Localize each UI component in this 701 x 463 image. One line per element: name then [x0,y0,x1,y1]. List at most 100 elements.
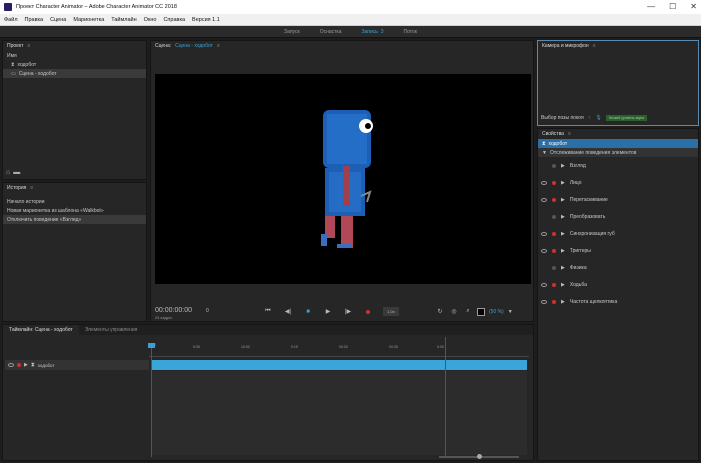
arm-record-icon[interactable] [552,265,556,270]
expand-icon[interactable]: ▶ [561,197,565,203]
playhead-handle[interactable] [148,343,155,348]
new-scene-icon[interactable]: ⌂ [6,169,10,176]
behavior-section-header[interactable]: ▼ Отслеживание поведения элементов [538,148,698,157]
panel-menu-icon[interactable]: ≡ [217,43,220,49]
arm-record-icon[interactable] [552,180,556,185]
step-forward-button[interactable]: |▶ [343,307,353,316]
scene-title-prefix: Сцена: [155,43,172,49]
work-area-end[interactable] [445,337,446,457]
mic-level-meter: Низкий уровень звука [605,115,648,121]
zoom-icon[interactable]: ⌕ [463,307,473,316]
menu-window[interactable]: Окно [144,17,157,23]
behavior-row[interactable]: ▶ Триггеры [538,242,698,259]
track-bar[interactable] [151,360,527,370]
tab-timeline[interactable]: Таймлайн: Сцена - ходобот [3,325,79,335]
visibility-icon[interactable] [541,299,547,304]
timeline-ruler[interactable]: 0:00 0:05 10:00 0:15 00:20 00:25 0:30 [149,337,529,357]
loop-icon[interactable]: ↻ [435,307,445,316]
behavior-row[interactable]: ▶ Частота щелкоптика [538,293,698,310]
minimize-button[interactable]: — [647,1,655,13]
visibility-icon[interactable] [8,363,14,367]
maximize-button[interactable]: ☐ [669,1,676,13]
mode-stream[interactable]: Поток [403,29,416,35]
visibility-icon[interactable] [541,248,547,253]
mode-record[interactable]: Запись 3 [362,29,384,35]
visibility-icon[interactable] [541,197,547,202]
project-item-puppet[interactable]: ⧗ ходобот [3,60,146,69]
zoom-slider-handle[interactable] [477,454,482,459]
expand-icon[interactable]: ▶ [561,282,565,288]
history-item[interactable]: Новая марионетка из шаблона «Walkbot» [3,206,146,215]
arm-record-icon[interactable] [552,231,556,236]
behavior-row[interactable]: ▶ Синхронизация губ [538,225,698,242]
history-item[interactable]: Начало истории [3,197,146,206]
playhead[interactable] [151,343,152,457]
menu-timeline[interactable]: Таймлайн [111,17,136,23]
app-icon [4,3,12,11]
visibility-icon[interactable] [541,231,547,236]
playback-speed[interactable]: 1,0x [383,307,399,316]
project-item-scene[interactable]: ▭ Сцена - ходобот [3,69,146,78]
puppet-icon: ⧗ [30,361,35,368]
menu-puppet[interactable]: Марионетка [73,17,104,23]
menu-edit[interactable]: Правка [25,17,44,23]
panel-menu-icon[interactable]: ≡ [27,43,30,49]
menu-version[interactable]: Версия 1.1 [192,17,220,23]
menu-file[interactable]: Файл [4,17,18,23]
arm-record-icon[interactable] [552,197,556,202]
behavior-row[interactable]: ▶ Преобразовать [538,208,698,225]
properties-panel-header: Свойства ≡ [538,129,698,139]
step-back-button[interactable]: ◀| [283,307,293,316]
panel-menu-icon[interactable]: ≡ [30,185,33,191]
panel-menu-icon[interactable]: ≡ [568,131,571,137]
go-to-start-button[interactable]: ⏮ [263,307,273,316]
expand-icon[interactable]: ▶ [561,163,565,169]
panel-menu-icon[interactable]: ≡ [593,43,596,49]
arm-record-icon[interactable] [17,363,21,367]
expand-icon[interactable]: ▶ [561,231,565,237]
zoom-dropdown-icon[interactable]: ▼ [508,309,513,315]
background-color-swatch[interactable] [477,307,485,316]
microphone-icon[interactable]: 🎙 [595,115,601,121]
arm-record-icon[interactable] [552,299,556,304]
expand-icon[interactable]: ▶ [561,299,565,305]
mode-start[interactable]: Запуск [284,29,300,35]
camera-panel-title: Камера и микрофон [542,43,589,49]
menu-scene[interactable]: Сцена [50,17,66,23]
arm-record-icon[interactable] [552,163,556,168]
menu-help[interactable]: Справка [163,17,185,23]
track-header[interactable]: ▶ ⧗ ходобот [5,360,149,370]
behavior-row[interactable]: ▶ Перетаскивание [538,191,698,208]
mode-record-badge: 3 [380,28,384,35]
behavior-row[interactable]: ▶ Лицо [538,174,698,191]
visibility-icon[interactable] [541,180,547,185]
stop-button[interactable]: ■ [303,307,313,316]
menu-bar: Файл Правка Сцена Марионетка Таймлайн Ок… [0,14,701,26]
behavior-row[interactable]: ▶ Взгляд [538,157,698,174]
record-button[interactable] [363,307,373,316]
mode-rig[interactable]: Оснастка [320,29,342,35]
visibility-icon[interactable] [541,282,547,287]
arm-record-icon[interactable] [552,282,556,287]
tab-controls[interactable]: Элементы управления [79,325,144,335]
arm-record-icon[interactable] [552,248,556,253]
arm-record-icon[interactable] [552,214,556,219]
behavior-row[interactable]: ▶ Ходьба [538,276,698,293]
close-button[interactable]: ✕ [690,1,697,13]
zoom-level[interactable]: (50 %) [489,309,504,315]
expand-icon[interactable]: ▶ [561,265,565,271]
webcam-icon[interactable]: ♀ [588,115,592,121]
expand-icon[interactable]: ▶ [561,214,565,220]
expand-icon[interactable]: ▶ [561,248,565,254]
history-item[interactable]: Отключить поведение «Взгляд» [3,215,146,224]
camera-icon[interactable]: ◎ [449,307,459,316]
folder-icon[interactable]: ▬ [13,169,20,176]
play-button[interactable]: ▶ [323,307,333,316]
behavior-row[interactable]: ▶ Физика [538,259,698,276]
timeline-zoom-slider[interactable] [439,454,519,459]
scene-canvas[interactable] [155,74,531,284]
selected-puppet-row[interactable]: ⧗ ходобот [538,139,698,148]
expand-icon[interactable]: ▶ [24,362,28,368]
expand-icon[interactable]: ▶ [561,180,565,186]
rest-pose-label[interactable]: Выбор позы покоя [541,115,584,121]
